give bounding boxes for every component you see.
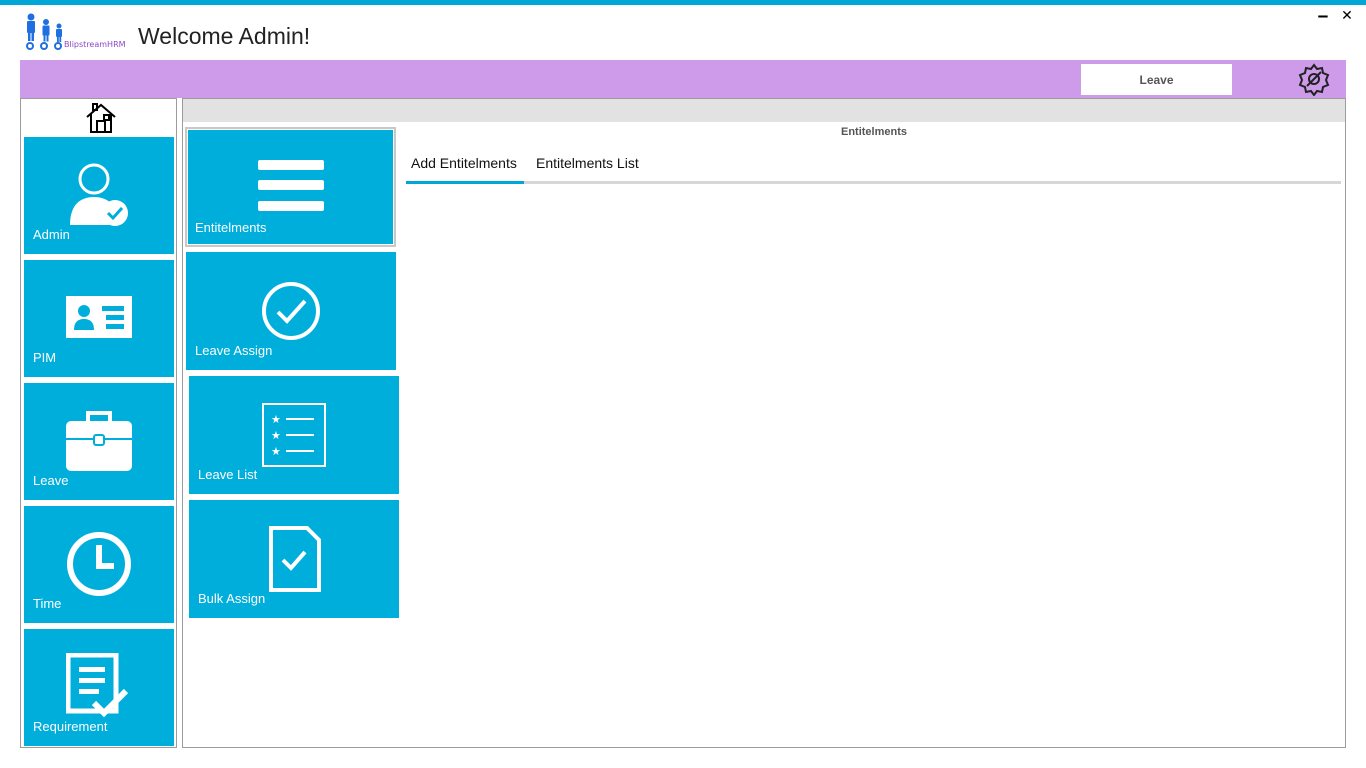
tab-entitelments-list[interactable]: Entitelments List — [536, 155, 639, 171]
svg-text:★: ★ — [271, 429, 281, 442]
sidebar-item-label: Time — [33, 596, 62, 611]
menu-tile-label: Bulk Assign — [198, 591, 266, 606]
active-tab-indicator — [406, 181, 524, 184]
top-accent-strip — [0, 0, 1366, 5]
sidebar-item-requirement[interactable]: Requirement — [24, 629, 174, 746]
admin-user-check-icon — [70, 163, 128, 226]
menu-tile-bulk-assign[interactable]: Bulk Assign — [189, 500, 399, 618]
settings-gear-icon[interactable] — [1297, 62, 1331, 97]
logo-text: BlipstreamHRM — [64, 40, 126, 49]
tab-add-entitelments[interactable]: Add Entitelments — [411, 155, 517, 171]
menu-tile-label: Leave Assign — [195, 343, 273, 358]
sidebar-item-time[interactable]: Time — [24, 506, 174, 623]
sidebar-item-label: Leave — [33, 473, 69, 488]
tab-strip-line — [406, 181, 1341, 184]
check-circle-icon — [262, 282, 320, 340]
menu-lines-icon — [258, 160, 324, 211]
sidebar-item-pim[interactable]: PIM — [24, 260, 174, 377]
content-header-bar — [183, 99, 1345, 122]
menu-tile-leave-list[interactable]: ★ ★ ★ Leave List — [189, 376, 399, 494]
menu-tile-label: Entitelments — [195, 220, 267, 235]
sidebar-item-label: Admin — [33, 227, 70, 242]
sidebar-item-label: PIM — [33, 350, 57, 365]
document-check-icon — [269, 526, 321, 592]
sidebar-item-admin[interactable]: Admin — [24, 137, 174, 254]
briefcase-icon — [66, 411, 132, 471]
home-icon[interactable] — [84, 101, 118, 135]
document-check-icon — [66, 653, 129, 718]
panel-title: Entitelments — [840, 126, 907, 138]
star-list-icon: ★ ★ ★ — [262, 403, 326, 467]
menu-tile-leave-assign[interactable]: Leave Assign — [186, 252, 396, 370]
sidebar-item-leave[interactable]: Leave — [24, 383, 174, 500]
current-module-chip[interactable]: Leave — [1081, 64, 1232, 95]
menu-tile-label: Leave List — [198, 467, 258, 482]
svg-text:★: ★ — [271, 445, 281, 458]
close-button[interactable]: ✕ — [1340, 8, 1354, 24]
id-card-icon — [66, 296, 132, 338]
menu-tile-entitelments[interactable]: Entitelments — [188, 130, 393, 244]
minimize-button[interactable]: ‒ — [1316, 8, 1330, 24]
sidebar-item-label: Requirement — [33, 719, 108, 734]
clock-icon — [67, 532, 131, 596]
svg-text:★: ★ — [271, 413, 281, 426]
welcome-heading: Welcome Admin! — [138, 23, 311, 49]
